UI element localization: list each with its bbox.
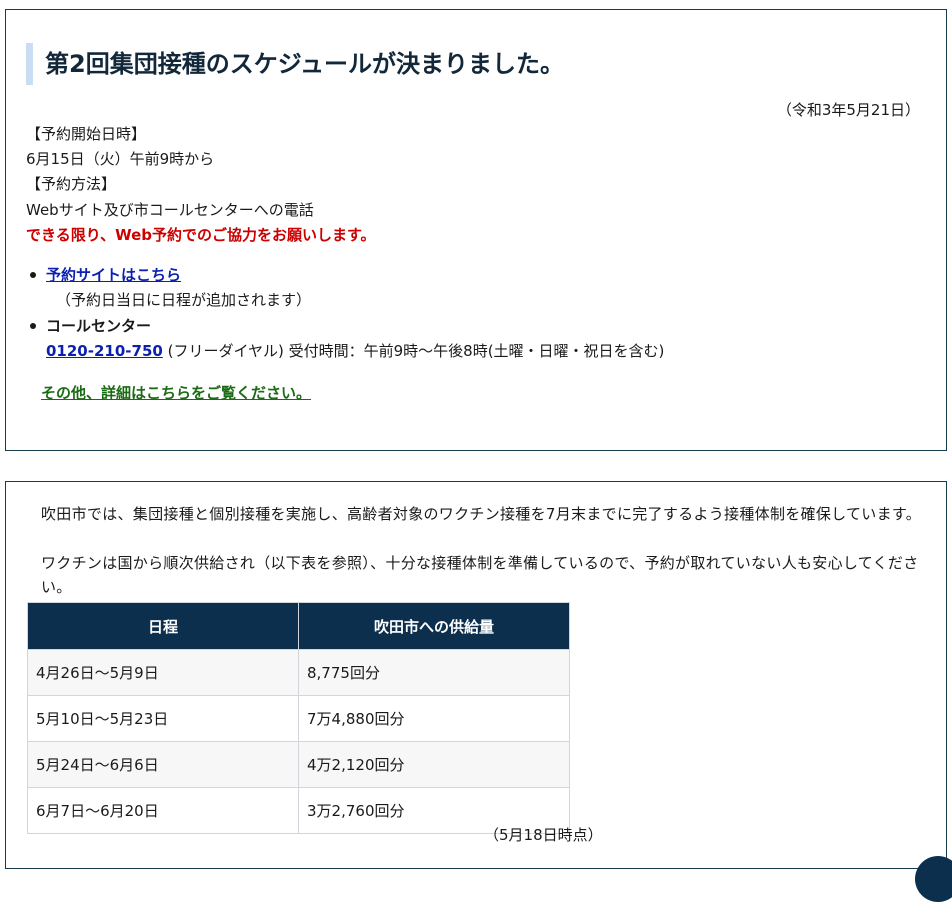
list-item-call-center: コールセンター 0120-210-750 (フリーダイヤル) 受付時間：午前9時… [30, 316, 664, 361]
schedule-cell: 5月24日～6月6日 [27, 741, 299, 788]
schedule-cell: 5月10日～5月23日 [27, 695, 299, 742]
supply-table: 日程 吹田市への供給量 4月26日～5月9日 8,775回分 5月10日～5月2… [27, 602, 570, 834]
start-value: 6月15日（火）午前9時から [26, 150, 215, 168]
schedule-cell: 6月7日～6月20日 [27, 787, 299, 834]
table-header-row: 日程 吹田市への供給量 [27, 602, 570, 650]
method-value: Webサイト及び市コールセンターへの電話 [26, 201, 314, 219]
supply-paragraph-2: ワクチンは国から順次供給され（以下表を参照）、十分な接種体制を準備しているので、… [41, 554, 919, 596]
announcement-date: （令和3年5月21日） [776, 101, 920, 119]
supply-paragraph-1: 吹田市では、集団接種と個別接種を実施し、高齢者対象のワクチン接種を7月末までに完… [41, 505, 921, 523]
amount-cell: 7万4,880回分 [298, 695, 570, 742]
start-label: 【予約開始日時】 [26, 125, 147, 143]
phone-link[interactable]: 0120-210-750 [46, 342, 163, 360]
header-supply-amount: 吹田市への供給量 [298, 602, 570, 650]
notice-panel: 第2回集団接種のスケジュールが決まりました。 （令和3年5月21日） 【予約開始… [5, 9, 947, 451]
bullet-icon [30, 272, 36, 278]
method-label: 【予約方法】 [26, 175, 117, 193]
reservation-site-link[interactable]: 予約サイトはこちら [46, 266, 181, 284]
header-schedule: 日程 [27, 602, 299, 650]
web-request-text: できる限り、Web予約でのご協力をお願いします。 [26, 226, 376, 244]
amount-cell: 4万2,120回分 [298, 741, 570, 788]
phone-note: (フリーダイヤル) 受付時間：午前9時～午後8時(土曜・日曜・祝日を含む) [162, 342, 665, 360]
page-title: 第2回集団接種のスケジュールが決まりました。 [26, 43, 564, 85]
schedule-cell: 4月26日～5月9日 [27, 649, 299, 696]
table-row: 5月10日～5月23日 7万4,880回分 [27, 695, 570, 742]
details-link[interactable]: その他、詳細はこちらをご覧ください。 [41, 382, 311, 403]
table-row: 4月26日～5月9日 8,775回分 [27, 649, 570, 696]
as-of-note: （5月18日時点） [484, 826, 603, 844]
amount-cell: 8,775回分 [298, 649, 570, 696]
supply-panel: 吹田市では、集団接種と個別接種を実施し、高齢者対象のワクチン接種を7月末までに完… [5, 481, 947, 869]
page-top-button[interactable] [915, 856, 952, 902]
bullet-icon [30, 323, 36, 329]
list-item-site: 予約サイトはこちら （予約日当日に日程が追加されます） [30, 265, 311, 310]
table-row: 5月24日～6月6日 4万2,120回分 [27, 741, 570, 788]
site-note: （予約日当日に日程が追加されます） [56, 291, 312, 309]
call-center-label: コールセンター [46, 317, 152, 335]
